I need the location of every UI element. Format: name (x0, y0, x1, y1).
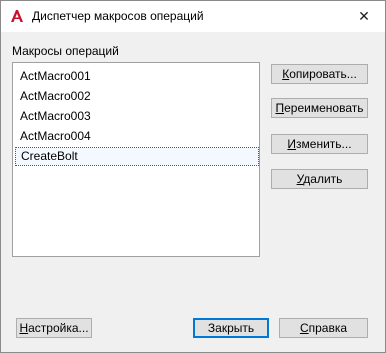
edit-button[interactable]: Изменить... (271, 134, 368, 154)
list-item-selected[interactable]: CreateBolt (15, 147, 259, 166)
macro-list[interactable]: ActMacro001 ActMacro002 ActMacro003 ActM… (12, 62, 260, 257)
edit-button-label: зменить... (296, 137, 352, 151)
list-item[interactable]: ActMacro002 (15, 87, 259, 106)
list-item[interactable]: ActMacro004 (15, 127, 259, 146)
autocad-a-icon (11, 10, 23, 22)
close-button[interactable]: Закрыть (193, 318, 269, 338)
copy-button[interactable]: Копировать... (271, 64, 368, 84)
macros-label: Макросы операций (12, 44, 119, 58)
edit-button-mnemonic: И (287, 137, 297, 151)
help-button-mnemonic: С (299, 321, 309, 335)
list-item[interactable]: ActMacro001 (15, 67, 259, 86)
settings-button-label: астройка... (28, 321, 89, 335)
rename-button-label: ереименовать (284, 101, 364, 115)
close-icon[interactable]: ✕ (349, 3, 379, 29)
title-bar: Диспетчер макросов операций ✕ (1, 1, 385, 32)
help-button[interactable]: Справка (279, 318, 368, 338)
delete-button[interactable]: Удалить (271, 169, 368, 189)
list-item[interactable]: ActMacro003 (15, 107, 259, 126)
settings-button[interactable]: Настройка... (16, 318, 92, 338)
copy-button-label: опировать... (289, 67, 357, 81)
rename-button[interactable]: Переименовать (271, 98, 368, 118)
settings-button-mnemonic: Н (19, 321, 29, 335)
delete-button-label: далить (303, 172, 343, 186)
macro-manager-dialog: Диспетчер макросов операций ✕ Макросы оп… (0, 0, 386, 353)
window-title: Диспетчер макросов операций (32, 9, 204, 23)
help-button-label: правка (308, 321, 348, 335)
rename-button-mnemonic: П (275, 101, 285, 115)
